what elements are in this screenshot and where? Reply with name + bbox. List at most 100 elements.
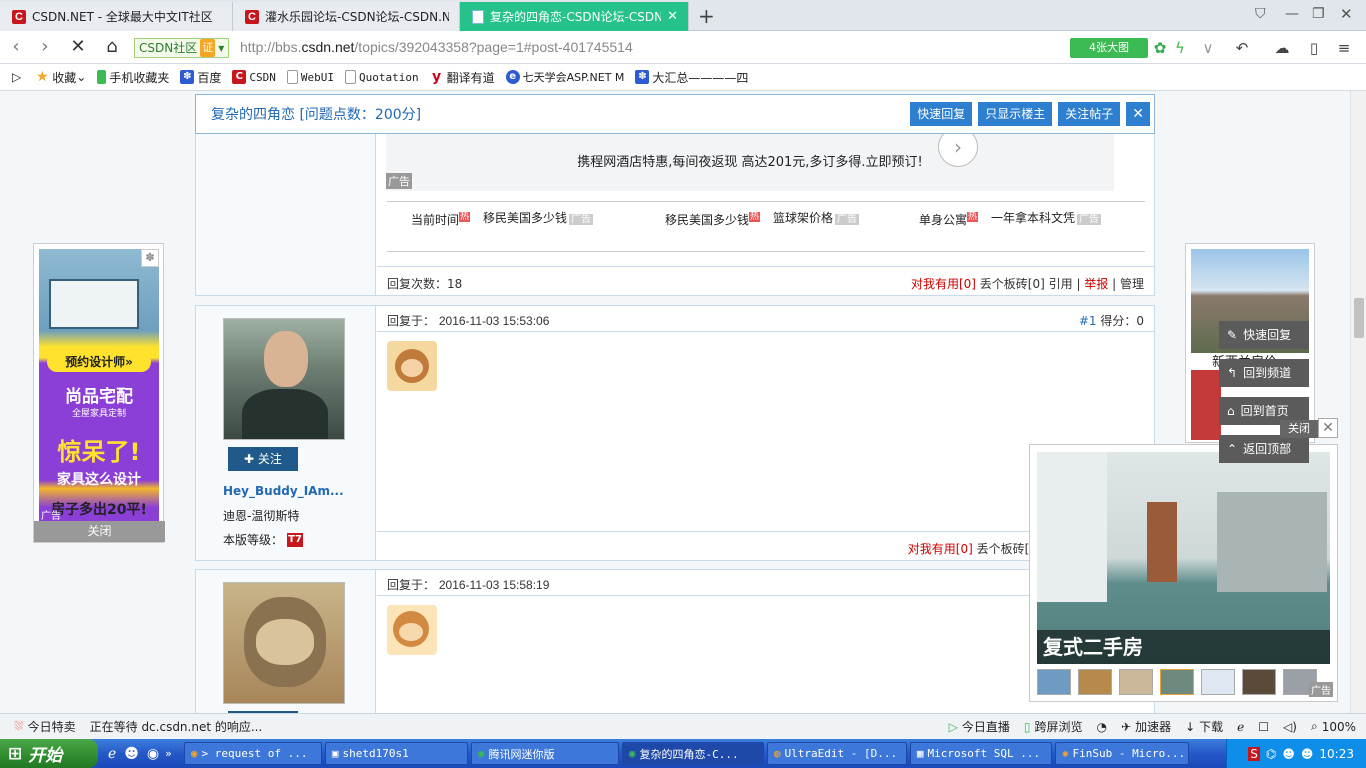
tab-current-topic[interactable]: 复杂的四角恋-CSDN论坛-CSDN.NE ✕ bbox=[460, 2, 689, 31]
bookmark-csdn[interactable]: C CSDN bbox=[232, 70, 276, 84]
network-icon[interactable]: ⌬ bbox=[1266, 747, 1276, 761]
only-op-button[interactable]: 只显示楼主 bbox=[978, 102, 1053, 126]
close-ad-button[interactable]: 关闭 bbox=[34, 521, 165, 542]
avatar[interactable] bbox=[223, 318, 345, 440]
menu-icon[interactable]: ≡ bbox=[1334, 38, 1354, 58]
thumbnail[interactable] bbox=[1119, 669, 1153, 695]
report-link[interactable]: 举报 bbox=[1084, 277, 1108, 291]
brick-link[interactable]: 丢个板砖[0] bbox=[980, 277, 1045, 291]
bookmark-quotation[interactable]: Quotation bbox=[344, 70, 419, 84]
clock[interactable]: 10:23 bbox=[1319, 747, 1354, 761]
bookmarks-toggle-icon[interactable]: ▷ bbox=[12, 70, 21, 84]
close-tab-icon[interactable]: ✕ bbox=[661, 9, 678, 24]
tab-csdn-home[interactable]: C CSDN.NET - 全球最大中文IT社区 bbox=[0, 2, 233, 31]
bookmark-summary[interactable]: ✽ 大汇总————四 bbox=[635, 69, 748, 86]
zoom[interactable]: ⌕ 100% bbox=[1311, 719, 1356, 734]
follow-post-button[interactable]: 关注帖子 bbox=[1058, 102, 1121, 126]
bookmark-baidu[interactable]: ✽ 百度 bbox=[180, 69, 221, 86]
close-ad-label[interactable]: 关闭 bbox=[1280, 420, 1318, 438]
ad-image[interactable] bbox=[1191, 370, 1221, 440]
thumbnail[interactable] bbox=[1037, 669, 1071, 695]
manage-link[interactable]: 管理 bbox=[1120, 277, 1144, 291]
today-sale[interactable]: ⛆ 今日特卖 bbox=[14, 718, 76, 735]
ad-link[interactable]: 移民美国多少钱热 bbox=[665, 209, 761, 228]
forward-icon[interactable]: › bbox=[33, 36, 57, 58]
undo-icon[interactable]: ↶ bbox=[1232, 38, 1252, 58]
task-item[interactable]: ◉ 复杂的四角恋-C... bbox=[621, 742, 764, 765]
float-back-channel[interactable]: ↰ 回到频道 bbox=[1219, 359, 1309, 387]
bookmark-favorites[interactable]: ★ 收藏 ⌄ bbox=[35, 69, 86, 86]
thumbnail[interactable] bbox=[1201, 669, 1235, 695]
task-item[interactable]: ▣ shetd170s1 bbox=[324, 742, 468, 765]
browser-icon[interactable]: ◉ bbox=[147, 746, 159, 762]
username[interactable]: Hey_Buddy_IAm... bbox=[223, 484, 344, 498]
follow-user-button[interactable]: ✚ 关注 bbox=[228, 447, 298, 471]
cloud-icon[interactable]: ☁ bbox=[1272, 38, 1292, 58]
paw-icon[interactable]: ✽ bbox=[141, 249, 159, 267]
task-item[interactable]: ◉ > request of ... bbox=[183, 742, 322, 765]
shirt-icon[interactable]: ⛉ bbox=[1255, 6, 1266, 22]
download[interactable]: ↓ 下载 bbox=[1185, 718, 1223, 735]
today-live[interactable]: ▷ 今日直播 bbox=[949, 718, 1010, 735]
tab-water-forum[interactable]: C 灌水乐园论坛-CSDN论坛-CSDN.NE bbox=[233, 2, 460, 31]
task-item[interactable]: ▦ Microsoft SQL ... bbox=[909, 742, 1052, 765]
ad-image[interactable]: 复式二手房 bbox=[1037, 452, 1330, 664]
site-badge[interactable]: CSDN社区 证 ▾ bbox=[134, 38, 230, 58]
bookmark-mobile[interactable]: 手机收藏夹 bbox=[97, 69, 169, 86]
scrollbar-thumb[interactable] bbox=[1354, 298, 1364, 338]
speed-icon[interactable]: ◔ bbox=[1097, 720, 1107, 734]
useful-link[interactable]: 对我有用[0] bbox=[911, 277, 976, 291]
bookmark-webui[interactable]: WebUI bbox=[286, 70, 334, 84]
new-tab-button[interactable]: + bbox=[698, 4, 715, 28]
task-item[interactable]: ✺ FinSub - Micro... bbox=[1054, 742, 1189, 765]
home-icon[interactable]: ⌂ bbox=[100, 36, 124, 58]
minimize-icon[interactable]: — bbox=[1285, 6, 1299, 22]
url-input[interactable]: http://bbs.csdn.net/topics/392043358?pag… bbox=[240, 39, 633, 55]
qq-tray-icon[interactable]: ☻ bbox=[1282, 747, 1295, 761]
ad-link[interactable]: 移民美国多少钱 广告 bbox=[483, 209, 594, 226]
quote-link[interactable]: 引用 bbox=[1049, 277, 1073, 291]
avatar[interactable] bbox=[223, 582, 345, 704]
close-icon[interactable]: ✕ bbox=[1318, 418, 1338, 438]
restore-icon[interactable]: ❐ bbox=[1312, 6, 1325, 22]
task-item[interactable]: ◉ 腾讯网迷你版 bbox=[470, 742, 619, 765]
ie-mode-icon[interactable]: ℯ bbox=[1237, 720, 1244, 734]
sogou-icon[interactable]: S bbox=[1248, 746, 1260, 761]
back-icon[interactable]: ‹ bbox=[4, 36, 28, 58]
stop-icon[interactable]: ✕ bbox=[66, 36, 90, 58]
thumbnail[interactable] bbox=[1242, 669, 1276, 695]
accelerator[interactable]: ✈ 加速器 bbox=[1121, 718, 1171, 735]
float-quick-reply[interactable]: ✎ 快速回复 bbox=[1219, 321, 1309, 349]
ie-quicklaunch-icon[interactable]: ℯ bbox=[108, 746, 116, 762]
expand-icon[interactable]: » bbox=[165, 747, 172, 760]
cross-screen[interactable]: ▯ 跨屏浏览 bbox=[1024, 718, 1083, 735]
dropdown-icon[interactable]: ∨ bbox=[1198, 38, 1218, 58]
lightning-icon[interactable]: ϟ bbox=[1170, 38, 1190, 58]
window-icon[interactable]: ☐ bbox=[1258, 720, 1269, 734]
close-header-button[interactable]: ✕ bbox=[1126, 102, 1150, 126]
ad-image[interactable]: 预约设计师» 尚品宅配 全屋家具定制 惊呆了! 家具这么设计 房子多出20平! … bbox=[39, 249, 159, 521]
thumbnail[interactable] bbox=[1160, 669, 1194, 695]
task-item[interactable]: ◍ UltraEdit - [D... bbox=[766, 742, 907, 765]
shield-icon[interactable]: ✿ bbox=[1150, 38, 1170, 58]
thumbnail[interactable] bbox=[1078, 669, 1112, 695]
tablet-icon[interactable]: ▯ bbox=[1304, 38, 1324, 58]
qq-icon[interactable]: ☻ bbox=[124, 746, 139, 762]
ad-link[interactable]: 当前时间热 bbox=[411, 209, 471, 228]
page-scrollbar[interactable] bbox=[1350, 91, 1366, 713]
ad-link[interactable]: 篮球架价格 广告 bbox=[773, 209, 860, 226]
video-ad-popup[interactable]: 复式二手房 广告 bbox=[1029, 444, 1338, 702]
quick-reply-button[interactable]: 快速回复 bbox=[910, 102, 973, 126]
left-side-ad[interactable]: 预约设计师» 尚品宅配 全屋家具定制 惊呆了! 家具这么设计 房子多出20平! … bbox=[33, 243, 165, 543]
useful-link[interactable]: 对我有用[0] bbox=[908, 542, 973, 556]
float-back-top[interactable]: ⌃ 返回顶部 bbox=[1219, 435, 1309, 463]
brick-link[interactable]: 丢个板砖[( bbox=[977, 542, 1034, 556]
bookmark-aspnet[interactable]: e 七天学会ASP.NET M bbox=[505, 69, 624, 85]
close-window-icon[interactable]: ✕ bbox=[1340, 5, 1353, 23]
floor-link[interactable]: #1 bbox=[1079, 314, 1097, 328]
ad-link[interactable]: 单身公寓热 bbox=[919, 209, 979, 228]
start-button[interactable]: ⊞ 开始 bbox=[0, 739, 98, 768]
bookmark-youdao[interactable]: y 翻译有道 bbox=[430, 69, 495, 86]
qq-tray-icon[interactable]: ☻ bbox=[1301, 747, 1314, 761]
ad-link[interactable]: 一年拿本科文凭 广告 bbox=[991, 209, 1102, 226]
